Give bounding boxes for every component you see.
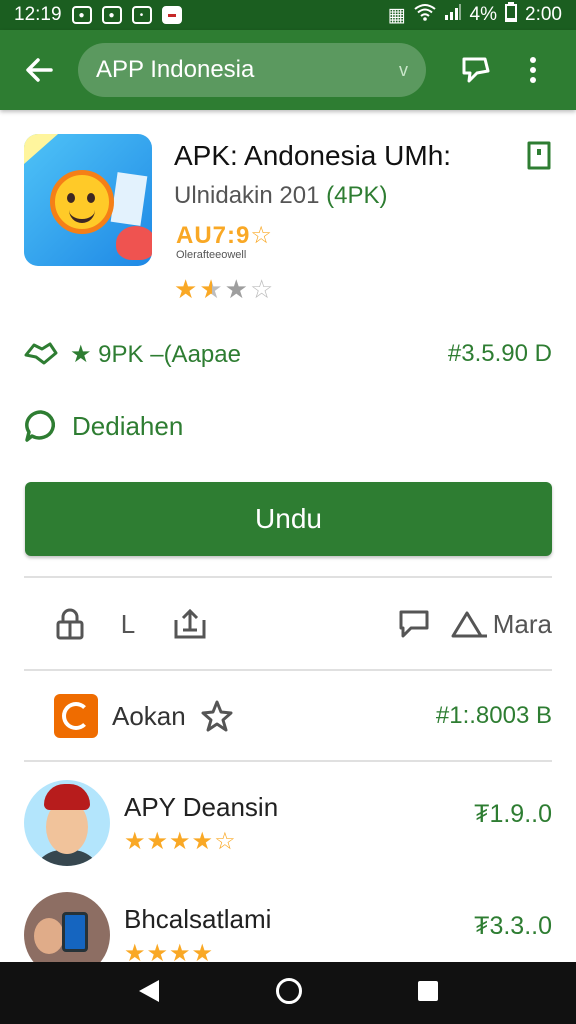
nav-back-button[interactable] [137, 978, 161, 1009]
mail-notification-icon [161, 6, 182, 24]
list-item-stars: ★★★★ [124, 940, 215, 962]
app-subtitle: Ulnidakin 201 (4PK) [174, 182, 388, 209]
search-text: APP Indonesia [96, 56, 255, 83]
share-button[interactable] [444, 30, 508, 110]
section-value: #1:.8003 B [435, 702, 552, 729]
app-icon [24, 134, 152, 266]
upload-icon [174, 608, 206, 639]
share-icon [462, 57, 490, 83]
system-nav-bar [0, 962, 576, 1024]
nav-home-button[interactable] [275, 977, 303, 1010]
developer-link[interactable]: Dediahen [24, 404, 183, 448]
section-app-icon [54, 694, 98, 738]
info-label: ★ 9PK –(Aapae [70, 340, 241, 368]
status-bar: 12:19 ● ● • ▦ 4% 2:00 [0, 0, 576, 30]
star-grey-icon: ★ [224, 274, 250, 304]
more-vert-icon [530, 57, 536, 83]
chat-bubble-icon [25, 410, 56, 442]
list-item-price: ₮3.3..0 [474, 912, 552, 940]
bookmark-button[interactable] [524, 138, 554, 172]
wifi-icon [413, 3, 436, 27]
install-button[interactable]: Undu [25, 482, 552, 556]
bookmark-icon [527, 141, 551, 170]
sun-face-icon [50, 170, 114, 234]
lock-button[interactable] [24, 596, 116, 652]
app-title: APK: Andonesia UMh: [174, 140, 452, 171]
divider [24, 760, 552, 762]
battery-icon [505, 2, 518, 28]
arrow-back-icon [26, 58, 53, 82]
handshake-icon [24, 342, 58, 365]
divider [24, 669, 552, 671]
content-rating-badge: AU7:9☆ [176, 222, 273, 249]
info-value: #3.5.90 D [447, 340, 552, 367]
star-half-icon: ★ [199, 274, 225, 304]
back-button[interactable] [0, 30, 78, 110]
comment-icon [399, 610, 429, 638]
app-bar: APP Indonesia v [0, 30, 576, 110]
nav-recents-button[interactable] [417, 980, 439, 1007]
chevron-down-icon[interactable]: v [399, 60, 408, 81]
info-row: ★ 9PK –(Aapae #3.5.90 D [24, 334, 552, 374]
comment-button[interactable] [382, 596, 446, 652]
notification-icon: ● [71, 6, 92, 24]
triangle-icon [451, 611, 487, 638]
shield-notification-icon: ● [101, 6, 122, 24]
content-rating-caption: Olerafteeowell [176, 249, 247, 261]
more-label: Mara [492, 608, 552, 639]
chat-notification-icon: • [131, 6, 152, 24]
rating-stars: ★★★☆ [174, 274, 275, 305]
battery-percent: 4% [469, 4, 498, 25]
action-letter[interactable]: L [116, 596, 140, 652]
lock-icon [56, 608, 84, 640]
status-clock: 2:00 [525, 4, 562, 25]
signal-icon [444, 3, 462, 27]
vibrate-icon: ▦ [387, 4, 406, 26]
more-button[interactable]: Mara [449, 596, 552, 652]
status-time: 12:19 [14, 4, 62, 25]
section-label: Aokan [112, 700, 186, 731]
star-empty-icon: ☆ [249, 274, 276, 304]
star-badge-icon [201, 700, 233, 732]
nav-back-icon [139, 979, 159, 1002]
avatar [24, 780, 110, 866]
avatar [24, 892, 110, 962]
list-item[interactable]: APY Deansin ★★★★☆ ₮1.9..0 [24, 780, 552, 876]
list-item-name: Bhcalsatlami [124, 904, 272, 934]
upload-button[interactable] [158, 596, 222, 652]
developer-label: Dediahen [72, 410, 184, 441]
divider [24, 576, 552, 578]
list-item-price: ₮1.9..0 [474, 800, 552, 828]
list-item-stars: ★★★★☆ [124, 828, 237, 855]
search-field[interactable]: APP Indonesia v [78, 43, 426, 97]
nav-recents-icon [418, 980, 438, 1001]
list-item-name: APY Deansin [124, 792, 279, 822]
section-row[interactable]: Aokan #1:.8003 B [24, 690, 552, 742]
action-row: L Mara [24, 596, 552, 652]
more-options-button[interactable] [508, 30, 558, 110]
nav-home-icon [276, 977, 302, 1004]
list-item[interactable]: Bhcalsatlami ★★★★ ₮3.3..0 [24, 892, 552, 962]
star-full-icon: ★ [174, 274, 200, 304]
